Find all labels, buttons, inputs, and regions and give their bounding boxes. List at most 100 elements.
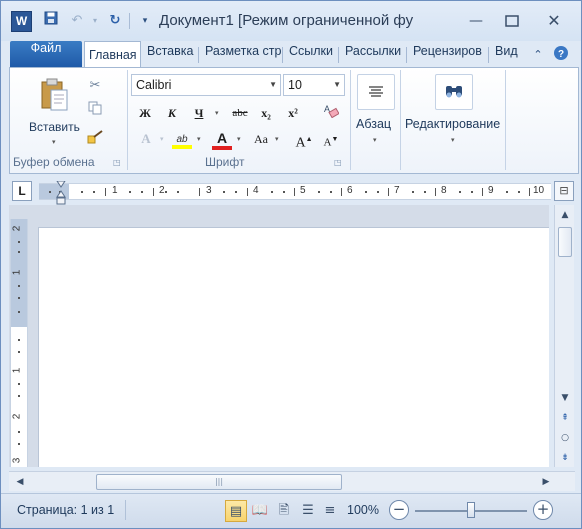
ruler-num: 1 — [112, 185, 118, 196]
web-layout-icon[interactable]: 🖹 — [273, 500, 295, 522]
minimize-icon[interactable]: — — [459, 9, 493, 33]
page-count[interactable]: Страница: 1 из 1 — [17, 503, 114, 517]
ruler-dot — [93, 191, 95, 193]
horizontal-scroll-thumb[interactable]: ||| — [96, 474, 342, 490]
highlight-color-bar — [172, 145, 192, 149]
zoom-in-icon[interactable]: + — [533, 500, 553, 520]
editing-dropdown-icon[interactable]: ▾ — [451, 136, 455, 144]
tab-page-layout[interactable]: Разметка стр — [199, 44, 281, 67]
group-separator — [400, 70, 401, 170]
tab-review[interactable]: Рецензиров — [407, 44, 487, 67]
full-screen-reading-icon[interactable]: 📖 — [249, 500, 271, 522]
document-page[interactable] — [38, 227, 549, 467]
change-case-button[interactable]: Aa — [250, 129, 272, 149]
scroll-up-icon[interactable]: ▲ — [558, 208, 572, 222]
copy-icon[interactable] — [86, 101, 104, 119]
underline-button[interactable]: Ч — [190, 103, 208, 123]
print-layout-view-icon[interactable]: ▤ — [225, 500, 247, 522]
ruler-num: 9 — [488, 185, 494, 196]
tab-home[interactable]: Главная — [84, 41, 141, 68]
scroll-left-icon[interactable]: ◀ — [13, 475, 27, 489]
text-effects-dropdown-icon[interactable]: ▾ — [160, 135, 164, 143]
font-group-label: Шрифт — [205, 155, 245, 169]
vertical-scrollbar[interactable]: ▲ ▼ ⇞ ○ ⇟ — [554, 205, 574, 467]
font-size-combo[interactable]: 10 ▼ — [283, 74, 345, 96]
zoom-slider-thumb[interactable] — [467, 502, 475, 518]
change-case-dropdown-icon[interactable]: ▾ — [275, 135, 279, 143]
highlight-button[interactable]: ab — [171, 129, 193, 149]
subscript-button[interactable]: x₂ — [256, 103, 276, 123]
view-ruler-icon[interactable]: ⊟ — [554, 181, 574, 201]
undo-icon[interactable]: ↶ — [67, 11, 87, 31]
ruler-num: 2 — [159, 185, 165, 196]
chevron-down-icon[interactable]: ▼ — [333, 75, 341, 95]
paste-dropdown-icon[interactable]: ▾ — [52, 138, 56, 146]
strikethrough-button[interactable]: abc — [228, 103, 252, 123]
highlight-dropdown-icon[interactable]: ▾ — [197, 135, 201, 143]
ruler-dot — [141, 191, 143, 193]
horizontal-scrollbar[interactable]: ◀ ||| ▶ — [9, 471, 575, 491]
status-bar: Страница: 1 из 1 ▤ 📖 🖹 ☰ ≡ 100% − + — [1, 493, 581, 528]
outline-view-icon[interactable]: ☰ — [297, 500, 319, 522]
scroll-down-icon[interactable]: ▼ — [558, 391, 572, 405]
ruler-num: 5 — [300, 185, 306, 196]
paste-button-label[interactable]: Вставить — [29, 120, 80, 134]
zoom-out-icon[interactable]: − — [389, 500, 409, 520]
editing-label[interactable]: Редактирование — [405, 117, 500, 131]
close-icon[interactable]: ✕ — [537, 9, 571, 33]
bold-button[interactable]: Ж — [136, 103, 154, 123]
tab-selector-button[interactable]: L — [12, 181, 32, 201]
redo-icon[interactable]: ↻ — [105, 11, 125, 31]
vertical-scroll-thumb[interactable] — [558, 227, 572, 257]
font-color-dropdown-icon[interactable]: ▾ — [237, 135, 241, 143]
tab-mailings[interactable]: Рассылки — [339, 44, 405, 67]
vertical-ruler[interactable]: 2 1 1 2 3 — [10, 219, 28, 467]
font-name-combo[interactable]: Calibri ▼ — [131, 74, 281, 96]
undo-dropdown-icon[interactable]: ▾ — [85, 11, 105, 31]
editing-button[interactable] — [435, 74, 473, 110]
horizontal-ruler-area: L 1 2 3 4 5 6 7 8 9 10 ⊟ — [9, 177, 579, 205]
tab-file[interactable]: Файл — [10, 41, 82, 67]
clipboard-group-label: Буфер обмена — [13, 155, 95, 169]
shrink-font-button[interactable]: A▼ — [322, 129, 340, 149]
word-app-icon[interactable]: W — [11, 11, 32, 32]
chevron-down-icon[interactable]: ▼ — [269, 75, 277, 95]
clipboard-launcher-icon[interactable]: ◳ — [113, 158, 123, 168]
paragraph-dropdown-icon[interactable]: ▾ — [373, 136, 377, 144]
indent-marker[interactable] — [56, 180, 66, 205]
help-icon[interactable]: ? — [551, 45, 571, 65]
text-effects-button[interactable]: A — [136, 129, 156, 149]
grow-font-button[interactable]: A▲ — [295, 129, 313, 151]
horizontal-ruler[interactable]: 1 2 3 4 5 6 7 8 9 10 — [39, 183, 551, 200]
document-area — [9, 205, 549, 467]
next-page-icon[interactable]: ⇟ — [558, 451, 572, 465]
scroll-right-icon[interactable]: ▶ — [539, 475, 553, 489]
superscript-button[interactable]: x² — [283, 103, 303, 123]
tab-references[interactable]: Ссылки — [283, 44, 337, 67]
underline-dropdown-icon[interactable]: ▾ — [215, 109, 219, 117]
previous-page-icon[interactable]: ⇞ — [558, 411, 572, 425]
clear-formatting-icon[interactable]: A — [322, 102, 340, 120]
font-color-button[interactable]: A — [211, 129, 233, 150]
zoom-level[interactable]: 100% — [347, 503, 379, 517]
save-icon[interactable] — [41, 11, 61, 31]
browse-object-icon[interactable]: ○ — [558, 431, 572, 445]
collapse-ribbon-icon[interactable]: ⌃ — [528, 45, 548, 65]
tab-insert[interactable]: Вставка — [141, 44, 198, 67]
italic-button[interactable]: К — [163, 103, 181, 123]
ruler-num: 1 — [11, 367, 23, 374]
draft-view-icon[interactable]: ≡ — [319, 500, 341, 522]
maximize-icon[interactable] — [495, 9, 529, 33]
ruler-tick — [247, 188, 248, 196]
cut-icon[interactable]: ✂ — [86, 77, 104, 95]
ruler-tick — [294, 188, 295, 196]
tab-view[interactable]: Вид — [489, 44, 519, 67]
ruler-dot — [18, 297, 20, 299]
font-launcher-icon[interactable]: ◳ — [334, 158, 344, 168]
customize-quick-access-icon[interactable]: ▾ — [135, 11, 155, 31]
paragraph-label[interactable]: Абзац — [356, 117, 391, 131]
ruler-dot — [18, 311, 20, 313]
paste-icon[interactable] — [40, 78, 70, 112]
format-painter-icon[interactable] — [86, 130, 104, 148]
paragraph-button[interactable] — [357, 74, 395, 110]
